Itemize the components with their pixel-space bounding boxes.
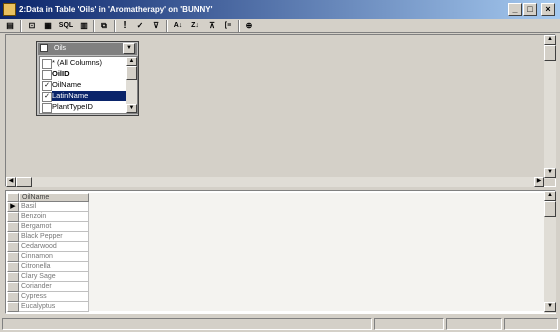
toolbar-separator <box>93 20 95 32</box>
row-header[interactable] <box>7 212 19 222</box>
toolbar-separator <box>238 20 240 32</box>
status-panel <box>446 318 502 330</box>
group-by-icon[interactable]: [≡ <box>221 20 235 32</box>
table-oils-box[interactable]: Oils ▼ * (All Columns) OilID ✓ OilName ✓… <box>36 41 139 116</box>
grid-cell[interactable]: Citronella <box>19 262 89 272</box>
column-header-oilname[interactable]: OilName <box>19 193 89 202</box>
column-checkbox-checked[interactable]: ✓ <box>42 92 52 102</box>
column-checkbox[interactable] <box>42 70 52 80</box>
results-grid-pane[interactable]: OilName ▶ Basil Benzoin Bergamot Black P… <box>5 190 556 314</box>
grid-cell[interactable]: Bergamot <box>19 222 89 232</box>
table-box-dropdown-button[interactable]: ▼ <box>123 43 135 54</box>
toolbar-separator <box>166 20 168 32</box>
scroll-thumb[interactable] <box>544 45 556 61</box>
scroll-down-button[interactable]: ▼ <box>126 104 137 113</box>
sort-ascending-icon[interactable]: A↓ <box>171 20 185 32</box>
column-oilname[interactable]: ✓ OilName <box>40 80 126 91</box>
column-list-scrollbar[interactable]: ▲ ▼ <box>126 57 137 113</box>
run-icon[interactable]: ! <box>120 20 130 32</box>
grid-empty-area <box>89 193 544 311</box>
scroll-down-button[interactable]: ▼ <box>544 302 556 312</box>
scroll-right-button[interactable]: ▶ <box>534 177 544 187</box>
column-all[interactable]: * (All Columns) <box>40 58 126 69</box>
grid-cell[interactable]: Clary Sage <box>19 272 89 282</box>
column-checkbox[interactable] <box>42 59 52 69</box>
column-label: LatinName <box>52 91 129 101</box>
diagram-vertical-scrollbar[interactable]: ▲ ▼ <box>544 35 556 179</box>
scroll-up-button[interactable]: ▲ <box>544 35 556 45</box>
row-header[interactable] <box>7 292 19 302</box>
toolbar-separator <box>20 20 22 32</box>
row-header[interactable] <box>7 242 19 252</box>
grid-cell[interactable]: Eucalyptus <box>19 302 89 312</box>
scroll-left-button[interactable]: ◀ <box>6 177 16 187</box>
diagram-horizontal-scrollbar[interactable]: ◀ ▶ <box>6 177 544 187</box>
status-panel <box>504 318 558 330</box>
row-header[interactable] <box>7 282 19 292</box>
column-checkbox-checked[interactable]: ✓ <box>42 81 52 91</box>
row-header[interactable] <box>7 252 19 262</box>
table-icon <box>40 44 48 52</box>
scroll-thumb[interactable] <box>126 66 137 80</box>
grid-cell[interactable]: Cypress <box>19 292 89 302</box>
column-oilid[interactable]: OilID <box>40 69 126 80</box>
verify-sql-icon[interactable]: ✓ <box>134 20 146 32</box>
scroll-up-button[interactable]: ▲ <box>126 57 137 66</box>
grid-corner[interactable] <box>7 193 19 202</box>
status-panel <box>2 318 372 330</box>
column-checkbox[interactable] <box>42 103 52 113</box>
scroll-down-button[interactable]: ▼ <box>544 168 556 178</box>
toolbar: ▤ ⊡ ▦ SQL ▥ ⧉ ! ✓ ⊽ A↓ Z↓ ⊼ [≡ ⊕ <box>0 19 560 33</box>
filter-icon[interactable]: ⊼ <box>206 20 218 32</box>
row-header-current[interactable]: ▶ <box>7 202 19 212</box>
close-button[interactable]: × <box>541 3 555 16</box>
row-header[interactable] <box>7 272 19 282</box>
properties-icon[interactable]: ▤ <box>4 20 16 32</box>
column-planttypeid[interactable]: PlantTypeID <box>40 102 126 113</box>
row-header[interactable] <box>7 232 19 242</box>
grid-vertical-scrollbar[interactable]: ▲ ▼ <box>544 191 556 313</box>
sort-descending-icon[interactable]: Z↓ <box>188 20 202 32</box>
title-bar[interactable]: 2:Data in Table 'Oils' in 'Aromatherapy'… <box>0 0 560 19</box>
table-name: Oils <box>54 45 67 52</box>
maximize-button[interactable]: □ <box>523 3 537 16</box>
status-panel <box>374 318 444 330</box>
column-label: OilName <box>52 80 82 89</box>
column-list[interactable]: * (All Columns) OilID ✓ OilName ✓ LatinN… <box>39 56 138 114</box>
column-label: PlantTypeID <box>52 102 93 111</box>
grid-pane-icon[interactable]: ▦ <box>42 20 54 32</box>
grid-cell[interactable]: Benzoin <box>19 212 89 222</box>
column-label: * (All Columns) <box>52 58 103 67</box>
grid-cell[interactable]: Basil <box>19 202 89 212</box>
grid-cell[interactable]: Cedarwood <box>19 242 89 252</box>
row-header[interactable] <box>7 222 19 232</box>
diagram-pane[interactable]: Oils ▼ * (All Columns) OilID ✓ OilName ✓… <box>5 34 556 187</box>
column-latinname[interactable]: ✓ LatinName <box>40 91 129 102</box>
scroll-up-button[interactable]: ▲ <box>544 191 556 201</box>
query-type-icon[interactable]: ⧉ <box>98 20 110 32</box>
diagram-pane-icon[interactable]: ⊡ <box>26 20 38 32</box>
row-header[interactable] <box>7 302 19 312</box>
column-label: OilID <box>52 69 70 78</box>
row-header[interactable] <box>7 262 19 272</box>
remove-filter-icon[interactable]: ⊽ <box>150 20 162 32</box>
app-icon[interactable] <box>3 3 16 16</box>
grid-cell[interactable]: Black Pepper <box>19 232 89 242</box>
results-pane-icon[interactable]: ▥ <box>78 20 90 32</box>
sql-pane-icon[interactable]: SQL <box>57 20 75 32</box>
grid-cell[interactable]: Coriander <box>19 282 89 292</box>
scroll-thumb[interactable] <box>16 177 32 187</box>
toolbar-separator <box>114 20 116 32</box>
minimize-button[interactable]: _ <box>508 3 522 16</box>
window-title: 2:Data in Table 'Oils' in 'Aromatherapy'… <box>19 5 213 14</box>
scroll-thumb[interactable] <box>544 201 556 217</box>
add-table-icon[interactable]: ⊕ <box>243 20 255 32</box>
status-bar <box>0 316 560 332</box>
grid-cell[interactable]: Cinnamon <box>19 252 89 262</box>
